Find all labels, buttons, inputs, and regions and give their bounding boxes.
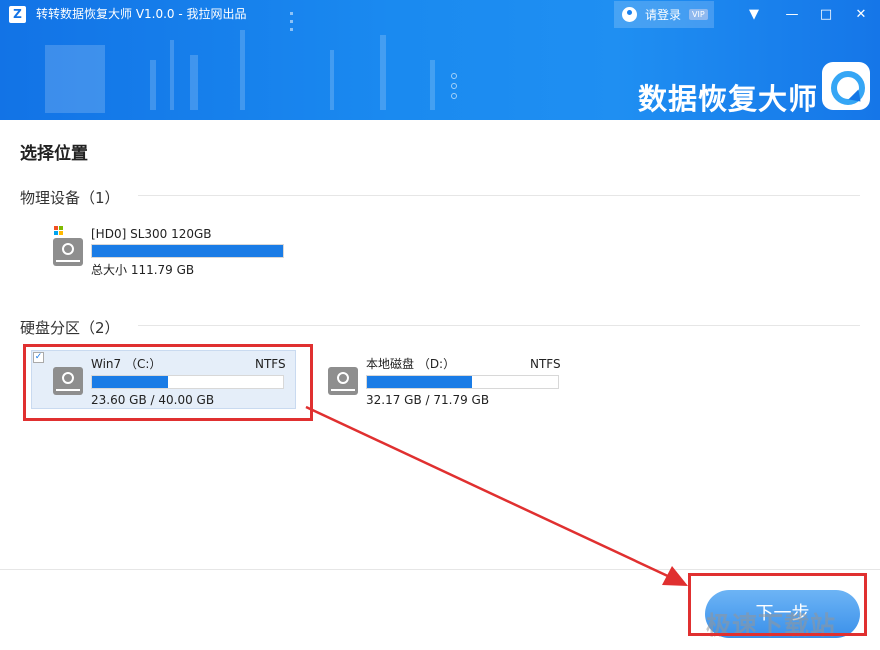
annotation-arrow [305,405,688,586]
